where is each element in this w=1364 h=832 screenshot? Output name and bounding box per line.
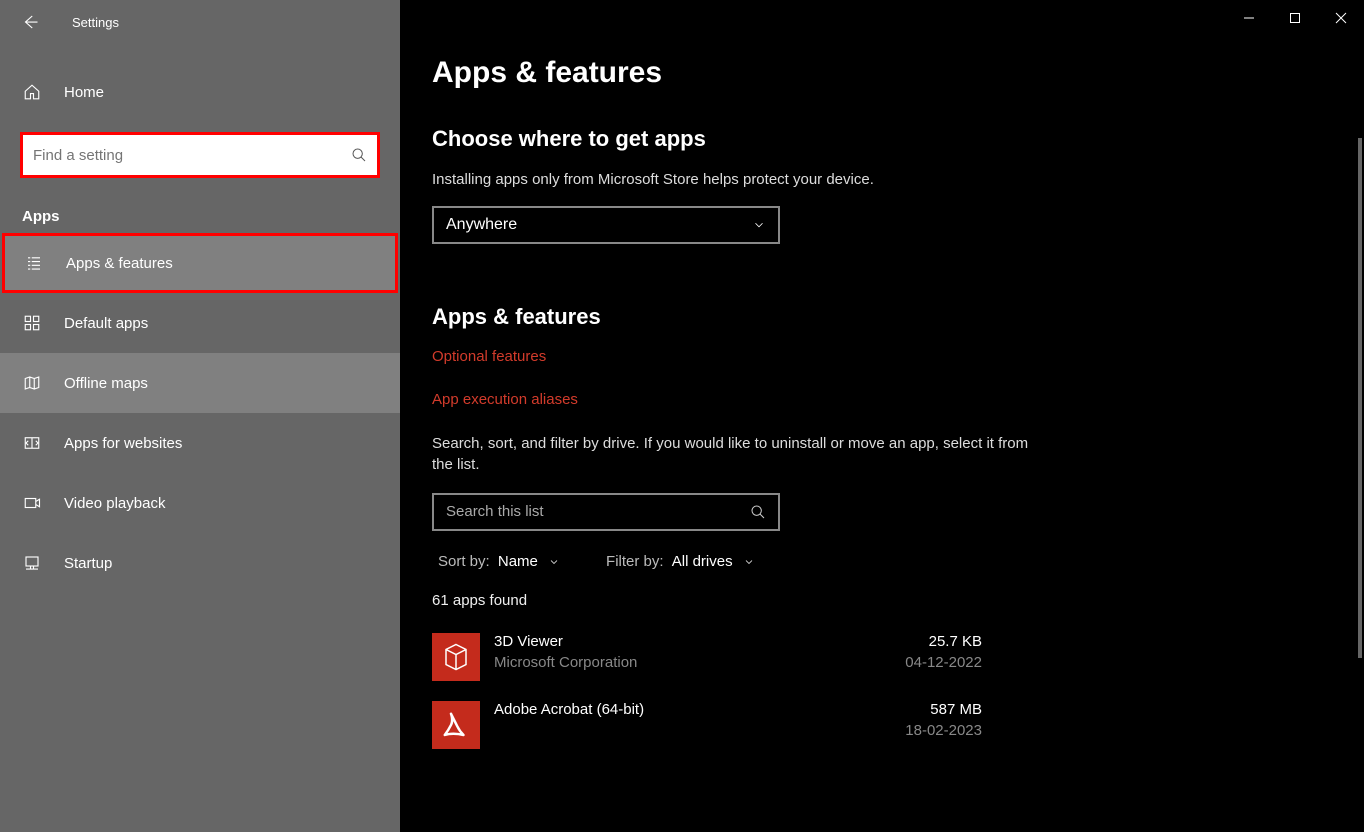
filter-value: All drives [672, 553, 733, 570]
sidebar-header: Settings [0, 0, 400, 44]
sidebar-item-startup[interactable]: Startup [0, 533, 400, 593]
filter-desc: Search, sort, and filter by drive. If yo… [432, 434, 1032, 475]
minimize-button[interactable] [1226, 0, 1272, 36]
app-meta: Adobe Acrobat (64-bit) [494, 701, 905, 722]
search-highlight [20, 132, 380, 178]
sort-filter-row: Sort by: Name Filter by: All drives [432, 553, 1364, 570]
sidebar-home-label: Home [64, 84, 104, 101]
offline-maps-icon [22, 373, 42, 393]
sidebar-item-label: Apps for websites [64, 435, 182, 452]
sort-label: Sort by: [438, 553, 490, 570]
sidebar-nav: Apps & features Default apps Offline map… [0, 233, 400, 593]
app-name: Adobe Acrobat (64-bit) [494, 701, 905, 718]
page-title: Apps & features [432, 56, 1364, 90]
app-icon-acrobat [432, 701, 480, 749]
startup-icon [22, 553, 42, 573]
optional-features-link[interactable]: Optional features [432, 348, 1364, 365]
apps-count: 61 apps found [432, 592, 1364, 609]
sidebar-item-label: Video playback [64, 495, 165, 512]
home-icon [22, 83, 42, 101]
search-setting-input[interactable] [33, 147, 351, 164]
sort-value: Name [498, 553, 538, 570]
apps-features-icon [24, 253, 44, 273]
back-button[interactable] [18, 10, 42, 34]
main-content: Apps & features Choose where to get apps… [400, 0, 1364, 832]
app-list-item[interactable]: Adobe Acrobat (64-bit) 587 MB 18-02-2023 [432, 691, 982, 759]
app-list: 3D Viewer Microsoft Corporation 25.7 KB … [432, 623, 982, 759]
sort-by-control[interactable]: Sort by: Name [438, 553, 560, 570]
search-setting-box[interactable] [23, 135, 377, 175]
app-right: 587 MB 18-02-2023 [905, 701, 982, 739]
chevron-down-icon [752, 218, 766, 232]
scrollbar[interactable] [1358, 138, 1362, 658]
search-icon [351, 147, 367, 163]
app-publisher: Microsoft Corporation [494, 654, 905, 671]
video-playback-icon [22, 493, 42, 513]
search-icon [750, 504, 766, 520]
sidebar-item-label: Startup [64, 555, 112, 572]
sidebar-item-label: Default apps [64, 315, 148, 332]
maximize-button[interactable] [1272, 0, 1318, 36]
app-execution-aliases-link[interactable]: App execution aliases [432, 391, 1364, 408]
maximize-icon [1289, 12, 1301, 24]
dropdown-value: Anywhere [446, 216, 517, 234]
choose-desc: Installing apps only from Microsoft Stor… [432, 170, 1032, 190]
app-size: 25.7 KB [905, 633, 982, 650]
chevron-down-icon [743, 556, 755, 568]
app-date: 04-12-2022 [905, 654, 982, 671]
app-list-item[interactable]: 3D Viewer Microsoft Corporation 25.7 KB … [432, 623, 982, 691]
sidebar-item-offline-maps[interactable]: Offline maps [0, 353, 400, 413]
filter-by-control[interactable]: Filter by: All drives [606, 553, 755, 570]
filter-label: Filter by: [606, 553, 664, 570]
chevron-down-icon [548, 556, 560, 568]
close-icon [1335, 12, 1347, 24]
sidebar-item-apps-features[interactable]: Apps & features [2, 233, 398, 293]
app-right: 25.7 KB 04-12-2022 [905, 633, 982, 671]
app-date: 18-02-2023 [905, 722, 982, 739]
search-apps-box[interactable] [432, 493, 780, 531]
sidebar-home[interactable]: Home [0, 62, 400, 122]
apps-heading: Apps & features [432, 304, 1364, 330]
titlebar-controls [1226, 0, 1364, 36]
sidebar-item-apps-websites[interactable]: Apps for websites [0, 413, 400, 473]
sidebar-section-label: Apps [0, 178, 400, 233]
apps-websites-icon [22, 433, 42, 453]
settings-window: Settings Home Apps Apps & features [0, 0, 1364, 832]
close-button[interactable] [1318, 0, 1364, 36]
install-source-dropdown[interactable]: Anywhere [432, 206, 780, 244]
app-size: 587 MB [905, 701, 982, 718]
app-name: 3D Viewer [494, 633, 905, 650]
sidebar-item-label: Offline maps [64, 375, 148, 392]
arrow-left-icon [21, 13, 39, 31]
default-apps-icon [22, 313, 42, 333]
sidebar: Settings Home Apps Apps & features [0, 0, 400, 832]
choose-heading: Choose where to get apps [432, 126, 1364, 152]
search-apps-input[interactable] [446, 503, 750, 520]
app-meta: 3D Viewer Microsoft Corporation [494, 633, 905, 671]
window-title: Settings [72, 15, 119, 30]
sidebar-item-label: Apps & features [66, 255, 173, 272]
app-icon-3dviewer [432, 633, 480, 681]
sidebar-item-video-playback[interactable]: Video playback [0, 473, 400, 533]
sidebar-item-default-apps[interactable]: Default apps [0, 293, 400, 353]
minimize-icon [1243, 12, 1255, 24]
